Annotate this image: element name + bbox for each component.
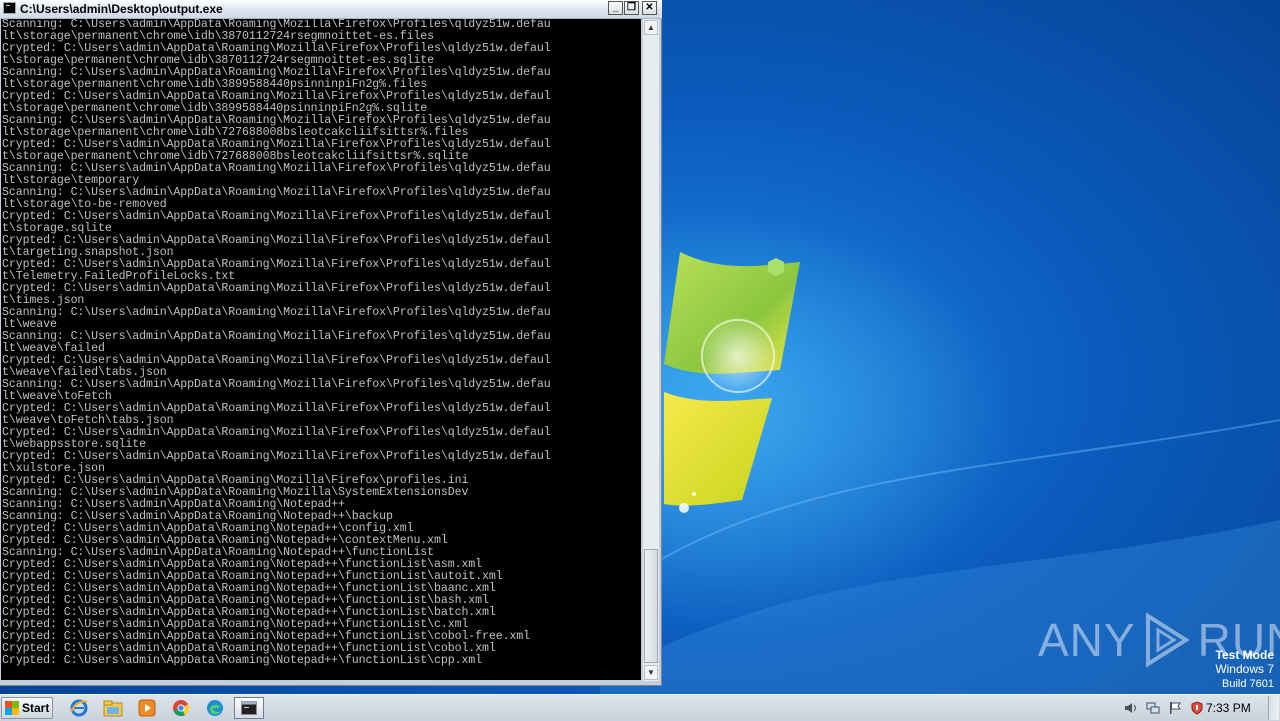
chrome-icon[interactable]: [170, 698, 192, 718]
console-taskbar-button[interactable]: [234, 697, 264, 719]
play-icon: [1145, 612, 1190, 668]
start-button[interactable]: Start: [1, 697, 53, 719]
clock[interactable]: 7:33 PM: [1206, 701, 1251, 715]
scroll-thumb[interactable]: [644, 549, 658, 663]
watermark-any: ANY: [1038, 614, 1136, 666]
console-app-icon[interactable]: [3, 2, 16, 14]
build-label: Build 7601: [1222, 678, 1274, 690]
minimize-button[interactable]: _: [608, 1, 623, 15]
test-mode-label: Test Mode: [1215, 648, 1274, 662]
window-titlebar[interactable]: C:\Users\admin\Desktop\output.exe _ ❐ ✕: [0, 0, 662, 19]
scroll-down-arrow-icon[interactable]: ▼: [644, 665, 658, 680]
console-output-area[interactable]: Scanning: C:\Users\admin\AppData\Roaming…: [1, 19, 641, 680]
media-player-icon[interactable]: [136, 698, 158, 718]
show-desktop-button[interactable]: [1268, 696, 1279, 720]
ie-icon[interactable]: [68, 698, 90, 718]
explorer-icon[interactable]: [102, 698, 124, 718]
start-label: Start: [22, 701, 50, 715]
network-icon[interactable]: [1146, 701, 1160, 715]
vertical-scrollbar[interactable]: ▲ ▼: [642, 19, 659, 681]
window-title: C:\Users\admin\Desktop\output.exe: [20, 2, 223, 16]
console-window[interactable]: C:\Users\admin\Desktop\output.exe _ ❐ ✕ …: [0, 0, 662, 686]
windows-flag-icon: [5, 701, 19, 715]
close-button[interactable]: ✕: [642, 1, 657, 15]
scroll-up-arrow-icon[interactable]: ▲: [644, 20, 658, 35]
maximize-button[interactable]: ❐: [624, 1, 639, 15]
volume-icon[interactable]: [1124, 701, 1138, 715]
taskbar: Start 7:33 PM: [0, 694, 1280, 721]
security-icon[interactable]: [1190, 701, 1204, 715]
system-tray: [1124, 695, 1204, 721]
edge-icon[interactable]: [204, 698, 226, 718]
os-name-label: Windows 7: [1215, 662, 1274, 676]
console-output-text: Scanning: C:\Users\admin\AppData\Roaming…: [2, 19, 551, 667]
flag-icon[interactable]: [1168, 701, 1182, 715]
test-mode-notice: Test Mode Windows 7 Build 7601: [1215, 648, 1274, 692]
